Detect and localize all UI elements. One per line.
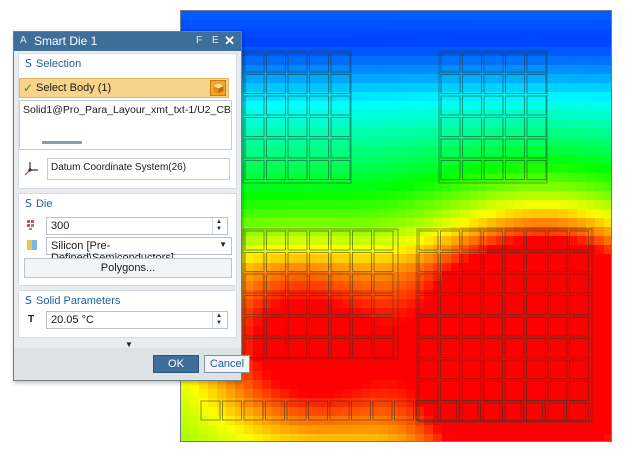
selection-header-label: Selection [35, 58, 82, 70]
smart-die-dialog: A Smart Die 1 F E ✕ S Selection ✓ Select … [13, 31, 250, 381]
die-count-value: 300 [51, 220, 70, 232]
csys-row: Datum Coordinate System(26) [19, 156, 232, 182]
section-collapse-icon: S [25, 197, 32, 210]
app-icon: A [20, 35, 27, 46]
polygons-button[interactable]: Polygons... [24, 258, 232, 278]
solid-parameters-header[interactable]: S Solid Parameters [25, 294, 120, 307]
cancel-button[interactable]: Cancel [204, 355, 250, 373]
material-dropdown[interactable]: Silicon [Pre-Defined\Semiconductors] ▼ [46, 237, 232, 264]
selected-bodies-list[interactable]: Solid1@Pro_Para_Layour_xmt_txt-1/U2_CBGA… [19, 100, 232, 150]
dialog-title: Smart Die 1 [34, 34, 98, 48]
die-count-input[interactable]: 300 ▲ ▼ [46, 217, 228, 235]
close-icon[interactable]: ✕ [224, 33, 235, 49]
csys-value: Datum Coordinate System(26) [51, 162, 187, 173]
check-icon: ✓ [23, 81, 34, 95]
chevron-down-icon[interactable]: ▼ [219, 240, 227, 249]
list-item[interactable]: Solid1@Pro_Para_Layour_xmt_txt-1/U2_CBGA… [23, 104, 231, 116]
thermal-heatmap-viewport[interactable] [180, 10, 612, 442]
cube-icon [213, 83, 224, 94]
temperature-icon: T [28, 314, 35, 325]
solid-parameters-header-label: Solid Parameters [35, 295, 121, 307]
temperature-spinner[interactable]: ▲ ▼ [212, 312, 227, 328]
csys-field[interactable]: Datum Coordinate System(26) [47, 158, 230, 180]
die-header-label: Die [35, 198, 53, 210]
horizontal-scrollbar[interactable] [42, 141, 82, 144]
ok-button[interactable]: OK [153, 355, 199, 373]
temperature-value: 20.05 °C [51, 314, 94, 326]
die-count-spinner[interactable]: ▲ ▼ [212, 218, 227, 234]
temperature-input[interactable]: 20.05 °C ▲ ▼ [46, 311, 228, 329]
dialog-titlebar[interactable]: A Smart Die 1 F E ✕ [14, 32, 241, 51]
select-body-label: Select Body (1) [36, 82, 112, 94]
section-collapse-icon: S [25, 57, 32, 70]
selection-header[interactable]: S Selection [25, 57, 81, 70]
material-icon [27, 240, 37, 250]
select-body-cube-button[interactable] [210, 80, 226, 96]
thermal-heatmap [181, 11, 611, 441]
titlebar-e-button[interactable]: E [212, 35, 219, 46]
titlebar-f-button[interactable]: F [196, 35, 202, 46]
section-collapse-icon: S [25, 294, 32, 307]
die-header[interactable]: S Die [25, 197, 53, 210]
grid-count-icon [27, 220, 34, 230]
coordinate-system-icon [24, 162, 38, 176]
select-body-row[interactable]: ✓ Select Body (1) [19, 78, 229, 98]
